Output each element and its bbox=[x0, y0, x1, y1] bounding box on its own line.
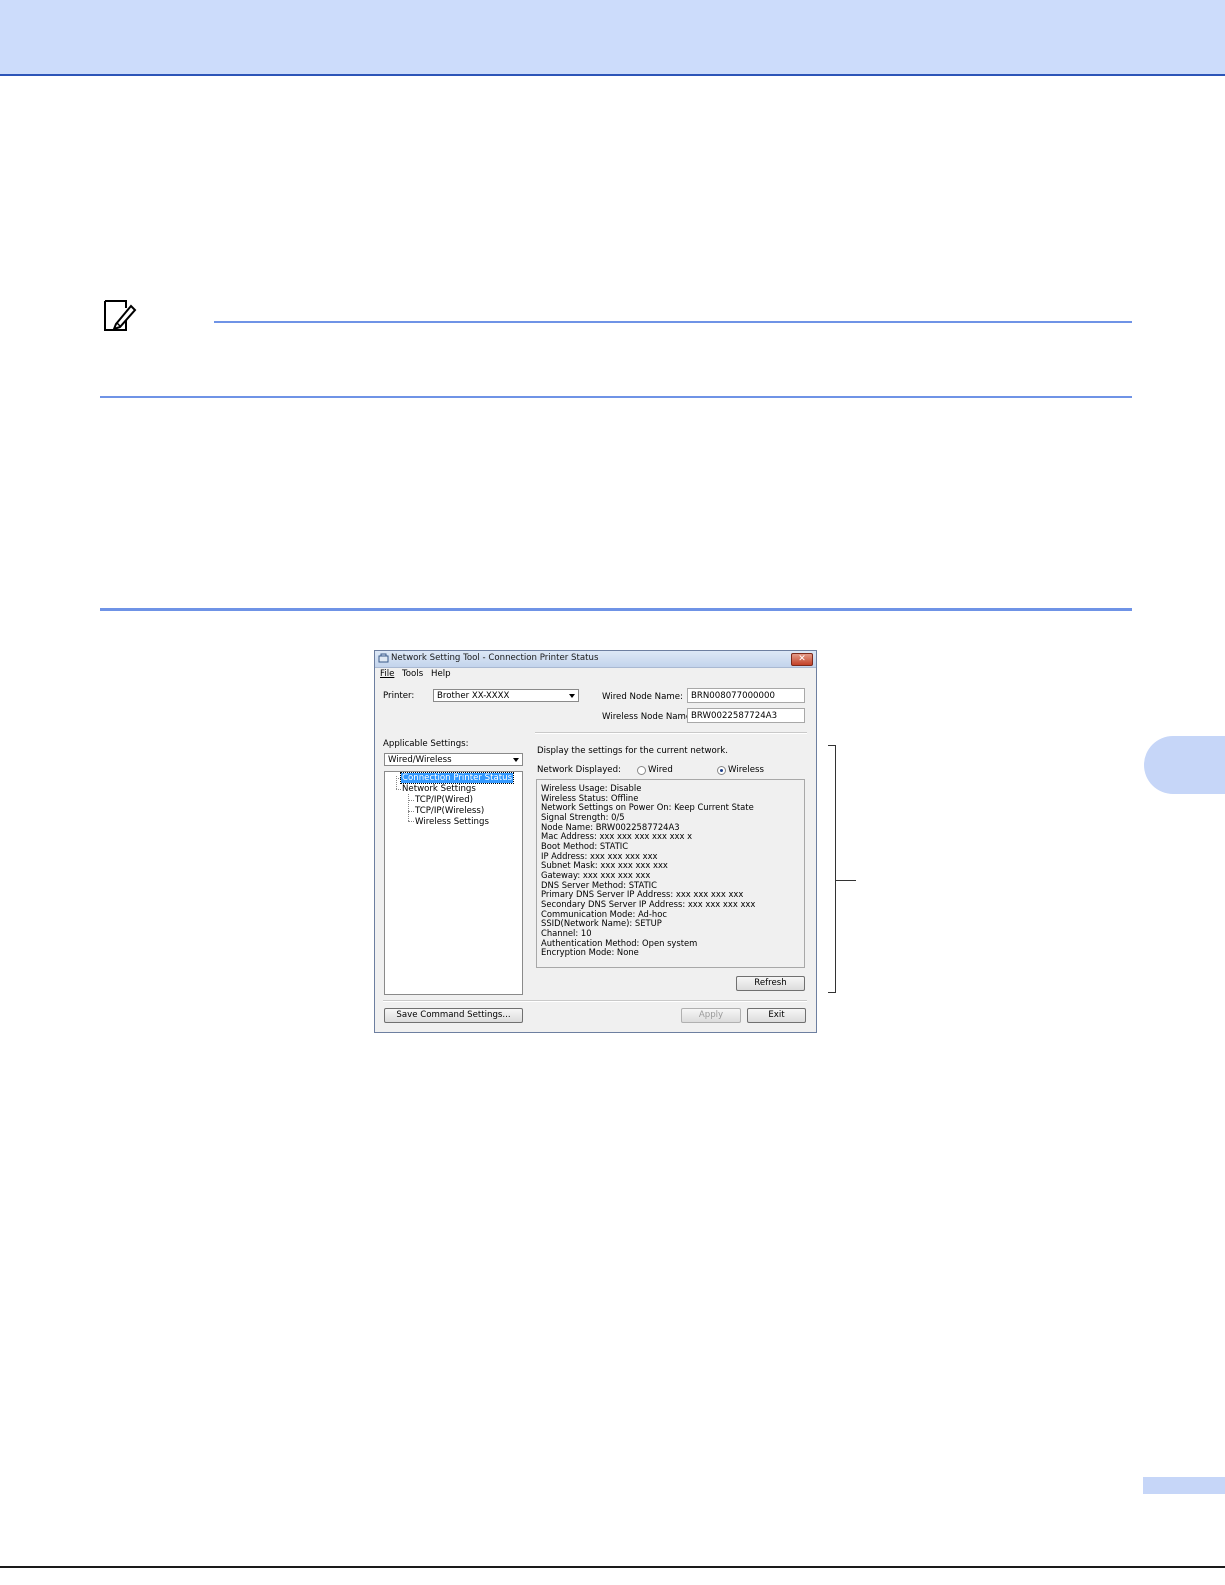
wireless-node-field[interactable]: BRW0022587724A3 bbox=[687, 708, 805, 723]
printer-dropdown[interactable]: Brother XX-XXXX bbox=[433, 689, 579, 702]
pencil-note-icon bbox=[104, 300, 137, 331]
tree-item-connection-status[interactable]: Connection Printer Status bbox=[399, 772, 515, 784]
status-line: Mac Address: xxx xxx xxx xxx xxx x bbox=[541, 831, 693, 841]
refresh-button[interactable]: Refresh bbox=[736, 976, 805, 991]
wired-node-field[interactable]: BRN008077000000 bbox=[687, 688, 805, 703]
status-panel: Wireless Usage: Disable Wireless Status:… bbox=[536, 779, 805, 968]
status-line: Gateway: xxx xxx xxx xxx bbox=[541, 870, 651, 880]
status-line: Boot Method: STATIC bbox=[541, 841, 629, 851]
apply-button[interactable]: Apply bbox=[681, 1008, 741, 1023]
wireless-node-label: Wireless Node Name: bbox=[602, 712, 695, 722]
callout-bracket bbox=[828, 745, 836, 993]
wireless-radio-label[interactable]: Wireless bbox=[728, 765, 764, 775]
close-button[interactable]: ✕ bbox=[791, 653, 813, 666]
section-rule bbox=[100, 608, 1132, 611]
header-separator bbox=[535, 732, 807, 734]
menu-tools[interactable]: Tools bbox=[402, 669, 423, 679]
note-bottom-rule bbox=[100, 396, 1132, 398]
wired-node-value: BRN008077000000 bbox=[691, 691, 775, 701]
callout-bracket-tick bbox=[836, 880, 856, 881]
title-bar: Network Setting Tool - Connection Printe… bbox=[375, 651, 816, 668]
display-settings-text: Display the settings for the current net… bbox=[537, 746, 728, 756]
status-line: Signal Strength: 0/5 bbox=[541, 812, 625, 822]
wired-radio[interactable] bbox=[637, 766, 646, 775]
status-line: SSID(Network Name): SETUP bbox=[541, 918, 662, 928]
applicable-settings-value: Wired/Wireless bbox=[388, 755, 452, 765]
wireless-radio[interactable] bbox=[717, 766, 726, 775]
chapter-side-tab bbox=[1144, 736, 1225, 794]
page-header-band bbox=[0, 0, 1225, 76]
applicable-settings-label: Applicable Settings: bbox=[383, 739, 469, 749]
printer-label: Printer: bbox=[383, 691, 415, 701]
applicable-settings-dropdown[interactable]: Wired/Wireless bbox=[384, 753, 523, 766]
page-number-tab bbox=[1143, 1477, 1225, 1494]
wired-radio-label[interactable]: Wired bbox=[648, 765, 673, 775]
network-setting-tool-window: Network Setting Tool - Connection Printe… bbox=[374, 650, 817, 1033]
exit-button[interactable]: Exit bbox=[747, 1008, 806, 1023]
tree-item-network-settings[interactable]: Network Settings bbox=[402, 784, 476, 794]
menu-file[interactable]: File bbox=[380, 669, 394, 679]
status-line: Encryption Mode: None bbox=[541, 947, 639, 957]
tree-connector bbox=[408, 800, 414, 801]
window-title: Network Setting Tool - Connection Printe… bbox=[391, 653, 599, 663]
tree-connector bbox=[408, 811, 414, 812]
status-line: Primary DNS Server IP Address: xxx xxx x… bbox=[541, 889, 744, 899]
status-line: Channel: 10 bbox=[541, 928, 592, 938]
footer-rule bbox=[0, 1566, 1225, 1568]
network-displayed-label: Network Displayed: bbox=[537, 765, 621, 775]
chevron-down-icon bbox=[513, 758, 519, 762]
footer-separator bbox=[383, 1000, 807, 1002]
status-line: Network Settings on Power On: Keep Curre… bbox=[541, 802, 754, 812]
tree-item-tcpip-wired[interactable]: TCP/IP(Wired) bbox=[415, 795, 473, 805]
chevron-down-icon bbox=[569, 694, 575, 698]
tree-item-wireless-settings[interactable]: Wireless Settings bbox=[415, 817, 489, 827]
tree-item-tcpip-wireless[interactable]: TCP/IP(Wireless) bbox=[415, 806, 484, 816]
menu-bar: File Tools Help bbox=[375, 668, 816, 681]
wired-node-label: Wired Node Name: bbox=[602, 692, 683, 702]
tree-connector bbox=[408, 794, 409, 821]
status-line: Subnet Mask: xxx xxx xxx xxx bbox=[541, 860, 668, 870]
network-tool-icon bbox=[378, 653, 389, 663]
status-line: Wireless Usage: Disable bbox=[541, 783, 642, 793]
save-command-settings-button[interactable]: Save Command Settings... bbox=[384, 1008, 523, 1023]
status-line: Secondary DNS Server IP Address: xxx xxx… bbox=[541, 899, 756, 909]
menu-help[interactable]: Help bbox=[431, 669, 451, 679]
note-top-rule bbox=[214, 321, 1132, 323]
settings-tree: Connection Printer Status Network Settin… bbox=[384, 771, 523, 995]
printer-value: Brother XX-XXXX bbox=[437, 691, 510, 701]
tree-connector bbox=[396, 789, 401, 790]
tree-connector bbox=[408, 821, 414, 822]
wireless-node-value: BRW0022587724A3 bbox=[691, 711, 778, 721]
